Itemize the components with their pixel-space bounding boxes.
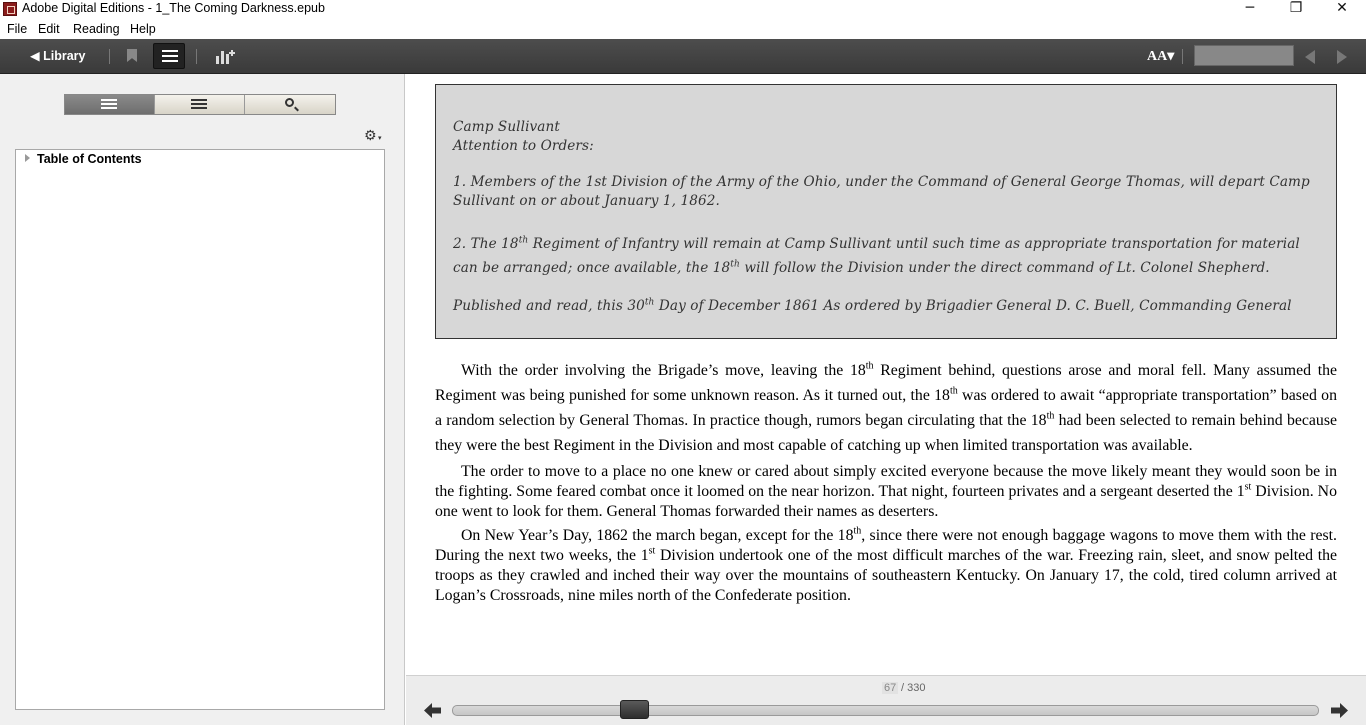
gear-icon[interactable]: ⚙ bbox=[364, 128, 377, 144]
paragraph: The order to move to a place no one knew… bbox=[435, 463, 1337, 520]
list-view-icon[interactable] bbox=[153, 43, 185, 69]
window-title: Adobe Digital Editions - 1_The Coming Da… bbox=[22, 1, 325, 15]
orders-line: Camp Sullivant bbox=[453, 119, 560, 135]
app-logo-icon bbox=[3, 2, 17, 16]
toolbar-divider bbox=[1182, 49, 1183, 64]
menu-reading[interactable]: Reading bbox=[73, 22, 120, 36]
toc-view-icon bbox=[101, 98, 119, 111]
menu-bar: File Edit Reading Help bbox=[0, 19, 1366, 39]
orders-item-1: 1. Members of the 1st Division of the Ar… bbox=[453, 174, 1310, 209]
toc-item-table-of-contents[interactable]: Table of Contents bbox=[37, 152, 142, 166]
menu-help[interactable]: Help bbox=[130, 22, 156, 36]
menu-edit[interactable]: Edit bbox=[38, 22, 60, 36]
next-page-arrow-icon[interactable] bbox=[1331, 703, 1348, 718]
current-page-number[interactable]: 67 bbox=[882, 682, 899, 694]
page-slider-track[interactable] bbox=[452, 705, 1319, 716]
page-navigation-bar: 67 / 330 bbox=[406, 675, 1366, 725]
annotations-view-tab[interactable] bbox=[155, 95, 245, 114]
previous-page-arrow-icon[interactable] bbox=[424, 703, 441, 718]
book-text: With the order involving the Brigade’s m… bbox=[435, 358, 1337, 610]
paragraph: With the order involving the Brigade’s m… bbox=[435, 360, 1337, 454]
orders-published: Published and read, this 30th Day of Dec… bbox=[453, 297, 1292, 314]
bookmark-icon[interactable] bbox=[127, 49, 137, 62]
page-slider-thumb[interactable] bbox=[620, 700, 650, 719]
previous-page-icon[interactable] bbox=[1305, 50, 1315, 64]
orders-line: Attention to Orders: bbox=[453, 138, 594, 154]
chevron-down-icon[interactable]: ▾ bbox=[378, 134, 382, 142]
expand-arrow-icon[interactable] bbox=[25, 154, 30, 162]
toolbar-divider bbox=[109, 49, 110, 64]
title-bar: Adobe Digital Editions - 1_The Coming Da… bbox=[0, 0, 1366, 19]
font-size-icon[interactable]: AA▾ bbox=[1147, 48, 1174, 65]
menu-file[interactable]: File bbox=[7, 22, 27, 36]
sidebar-view-tabs bbox=[64, 94, 336, 115]
toc-panel: Table of Contents bbox=[15, 149, 385, 710]
maximize-button[interactable]: ❐ bbox=[1273, 0, 1319, 19]
add-chart-icon[interactable] bbox=[216, 49, 235, 64]
minimize-button[interactable]: ─ bbox=[1227, 0, 1273, 19]
search-view-tab[interactable] bbox=[245, 95, 335, 114]
next-page-icon[interactable] bbox=[1337, 50, 1347, 64]
library-button[interactable]: ◀ Library bbox=[30, 48, 85, 63]
page-number-input[interactable] bbox=[1194, 45, 1294, 66]
annotations-view-icon bbox=[191, 98, 209, 111]
orders-item-2: 2. The 18th Regiment of Infantry will re… bbox=[453, 235, 1300, 276]
total-pages: / 330 bbox=[901, 682, 926, 694]
search-icon bbox=[285, 98, 294, 107]
orders-box: Camp Sullivant Attention to Orders: 1. M… bbox=[435, 84, 1337, 339]
toolbar-divider bbox=[196, 49, 197, 64]
sidebar: ⚙ ▾ Table of Contents bbox=[0, 74, 405, 725]
close-button[interactable]: ✕ bbox=[1319, 0, 1365, 19]
toolbar: ◀ Library AA▾ bbox=[0, 39, 1366, 74]
reading-pane: Camp Sullivant Attention to Orders: 1. M… bbox=[406, 74, 1366, 675]
toc-view-tab[interactable] bbox=[65, 95, 155, 114]
paragraph: On New Year’s Day, 1862 the march began,… bbox=[435, 525, 1338, 604]
